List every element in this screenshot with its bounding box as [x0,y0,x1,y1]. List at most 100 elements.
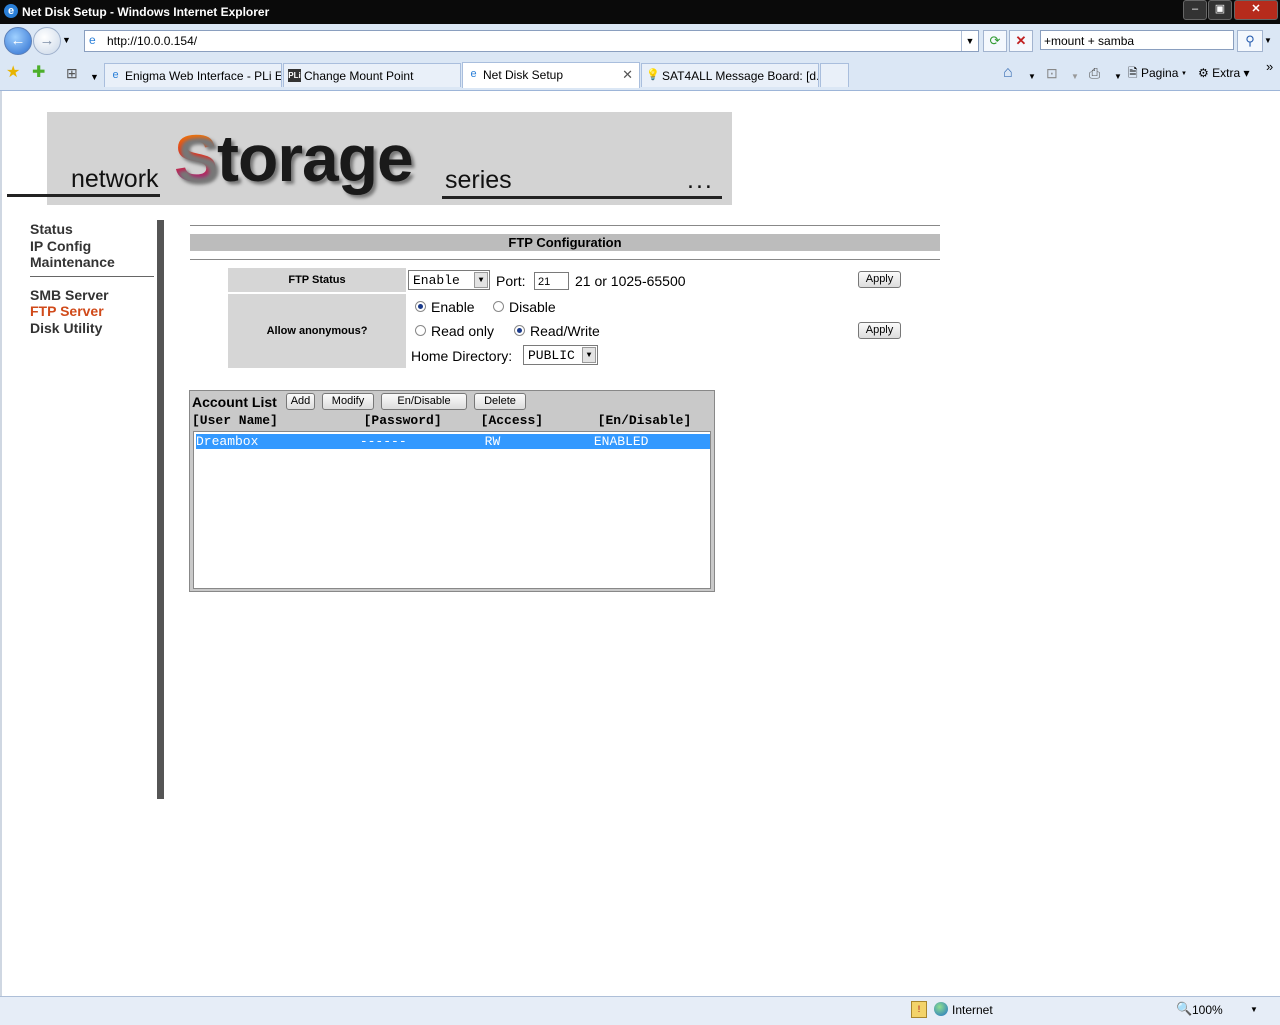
banner-storage-text: Storage [174,121,414,195]
favorites-star-icon[interactable]: ★ [6,64,20,82]
tools-menu-label: Extra [1212,66,1241,80]
account-row-selected[interactable]: Dreambox ------ RW ENABLED [196,434,710,449]
close-window-button[interactable]: ✕ [1234,0,1278,20]
chevron-down-icon: ▼ [474,272,488,288]
page-menu-label: Pagina [1141,66,1179,80]
port-range-hint: 21 or 1025-65500 [575,273,686,289]
back-button[interactable]: ← [4,27,32,55]
maximize-button[interactable]: ▣ [1208,0,1232,20]
new-tab-button[interactable] [820,63,849,87]
tab-change-mount-point[interactable]: PLi Change Mount Point [283,63,461,87]
sidebar-item-ftp-server[interactable]: FTP Server [30,303,160,320]
search-input[interactable]: +mount + samba [1040,30,1234,50]
read-only-label: Read only [431,323,495,339]
sidebar-divider [30,276,154,277]
gear-icon: ⚙ [1198,66,1209,80]
home-dropdown-icon[interactable]: ▼ [1028,68,1036,86]
account-list-panel: Account List Add Modify En/Disable Delet… [189,390,715,592]
page-icon: 🗎 [1128,66,1138,80]
lightbulb-icon: 💡 [646,69,660,81]
tab-net-disk-setup[interactable]: e Net Disk Setup ✕ [462,62,640,88]
protected-mode-icon[interactable]: ! [911,1001,927,1018]
sidebar-nav: Status IP Config Maintenance SMB Server … [30,221,160,336]
read-write-radio[interactable] [514,325,525,336]
more-chevron-icon[interactable]: » [1266,58,1273,76]
tab-toolbar: ★ ✚ ⊞ ▼ e Enigma Web Interface - PLi E..… [0,58,1280,91]
address-url: http://10.0.0.154/ [107,34,198,48]
ie-logo-icon: e [4,4,18,18]
status-bar: ! Internet 🔍 100% ▼ [0,996,1280,1025]
delete-account-button[interactable]: Delete [474,393,526,410]
pli-icon: PLi [288,69,301,82]
home-icon[interactable]: ⌂ [1003,64,1013,82]
search-icon[interactable]: ⚲ [1237,30,1263,52]
home-directory-label: Home Directory: [411,348,513,364]
feeds-dropdown-icon[interactable]: ▼ [1071,68,1079,86]
tab-sat4all[interactable]: 💡 SAT4ALL Message Board: [d... [641,63,819,87]
zoom-dropdown-icon[interactable]: ▼ [1250,1005,1258,1014]
divider [190,225,940,226]
sidebar-item-maintenance[interactable]: Maintenance [30,254,160,271]
ftp-status-label: FTP Status [228,268,406,292]
sidebar-vertical-bar [157,220,164,799]
tab-label: Enigma Web Interface - PLi E... [125,69,282,83]
page-icon: e [89,33,96,47]
ftp-config-heading: FTP Configuration [190,234,940,251]
history-dropdown-icon[interactable]: ▼ [62,35,71,45]
anon-disable-label: Disable [509,299,556,315]
ftp-status-select[interactable]: Enable ▼ [408,270,490,290]
banner-dots-text: ... [687,166,714,194]
modify-account-button[interactable]: Modify [322,393,374,410]
tab-label: Change Mount Point [304,69,414,83]
add-account-button[interactable]: Add [286,393,315,410]
address-field[interactable]: e http://10.0.0.154/ ▼ [84,30,979,52]
port-input[interactable]: 21 [534,272,569,290]
anon-enable-label: Enable [431,299,475,315]
divider [190,259,940,260]
chevron-down-icon: ▼ [582,347,596,363]
anon-disable-radio[interactable] [493,301,504,312]
tools-menu[interactable]: ⚙ Extra ▾ [1198,64,1249,82]
network-storage-banner: network Storage series ... [47,112,732,205]
address-dropdown-icon[interactable]: ▼ [961,31,978,51]
ie-page-icon: e [112,69,119,81]
security-zone-label: Internet [952,1003,993,1017]
account-listbox[interactable]: Dreambox ------ RW ENABLED [193,431,711,589]
zoom-level[interactable]: 100% [1192,1003,1223,1017]
sidebar-item-smb-server[interactable]: SMB Server [30,287,160,304]
feeds-icon[interactable]: ⊡ [1046,64,1058,82]
port-label: Port: [496,273,526,289]
stop-icon[interactable]: ✕ [1009,30,1033,52]
endisable-account-button[interactable]: En/Disable [381,393,467,410]
window-title: Net Disk Setup - Windows Internet Explor… [22,5,270,19]
read-write-label: Read/Write [530,323,600,339]
banner-network-text: network [71,165,159,193]
search-options-icon[interactable]: ▼ [1264,36,1272,45]
banner-underline [442,196,722,199]
refresh-icon[interactable]: ⟳ [983,30,1007,52]
home-directory-select[interactable]: PUBLIC ▼ [523,345,598,365]
sidebar-item-disk-utility[interactable]: Disk Utility [30,320,160,337]
zoom-icon: 🔍 [1176,1001,1193,1016]
read-only-radio[interactable] [415,325,426,336]
sidebar-item-status[interactable]: Status [30,221,160,238]
print-dropdown-icon[interactable]: ▼ [1114,68,1122,86]
print-icon[interactable]: ⎙ [1089,64,1100,82]
forward-button[interactable]: → [33,27,61,55]
apply-status-button[interactable]: Apply [858,271,901,288]
apply-anonymous-button[interactable]: Apply [858,322,901,339]
add-favorite-icon[interactable]: ✚ [32,64,45,82]
account-list-title: Account List [192,394,277,410]
account-list-headers: [User Name] [Password] [Access] [En/Disa… [192,413,692,428]
tab-enigma[interactable]: e Enigma Web Interface - PLi E... [104,63,282,87]
tab-list-dropdown-icon[interactable]: ▼ [90,68,99,86]
internet-zone-icon [934,1002,948,1016]
ftp-status-value: Enable [413,273,460,288]
ie-page-icon: e [470,68,477,80]
anon-enable-radio[interactable] [415,301,426,312]
quick-tabs-icon[interactable]: ⊞ [66,64,78,82]
close-tab-icon[interactable]: ✕ [622,63,633,87]
minimize-button[interactable]: – [1183,0,1207,20]
page-menu[interactable]: 🗎 Pagina ▾ [1128,64,1186,82]
sidebar-item-ip-config[interactable]: IP Config [30,238,160,255]
